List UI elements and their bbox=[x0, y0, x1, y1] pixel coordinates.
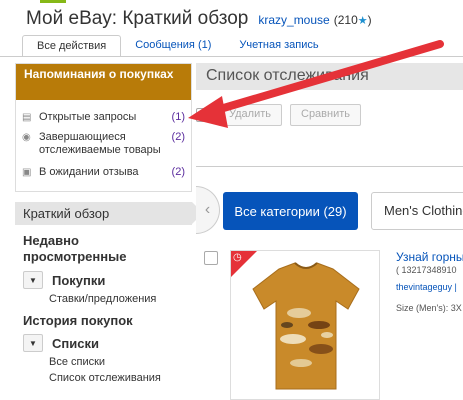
sidebar-item-lists[interactable]: Списки bbox=[52, 336, 99, 351]
category-filter-mens-clothing[interactable]: Men's Clothing bbox=[371, 192, 463, 230]
star-icon: ★ bbox=[357, 15, 368, 27]
sidebar-item-summary[interactable]: Краткий обзор bbox=[15, 202, 203, 225]
tabs-divider bbox=[0, 56, 463, 57]
scroll-left-button[interactable]: ‹ bbox=[196, 186, 220, 234]
item-title-link[interactable]: Узнай горны bbox=[396, 250, 463, 264]
sidebar-item-purchase-history[interactable]: История покупок bbox=[15, 305, 192, 328]
reminder-label: В ожидании отзыва bbox=[39, 166, 139, 178]
my-ebay-page: Мой eBay: Краткий обзор krazy_mouse (210… bbox=[0, 0, 463, 400]
select-all-checkbox[interactable] bbox=[196, 108, 210, 122]
document-icon: ▤ bbox=[22, 112, 32, 123]
package-icon: ▣ bbox=[22, 167, 32, 178]
collapse-toggle-icon[interactable]: ▼ bbox=[23, 334, 43, 352]
reminder-count: (2) bbox=[171, 131, 185, 143]
tab-account[interactable]: Учетная запись bbox=[225, 35, 332, 57]
delete-button[interactable]: Удалить bbox=[218, 104, 282, 126]
sidebar-item-recently-viewed[interactable]: Недавно просмотренные bbox=[15, 225, 192, 265]
reminder-label: Открытые запросы bbox=[39, 111, 137, 123]
reminder-label: Завершающиеся отслеживаемые товары bbox=[39, 131, 161, 156]
reminders-title: Напоминания о покупках bbox=[16, 64, 191, 100]
actions-divider bbox=[196, 166, 463, 167]
reminder-count: (2) bbox=[171, 166, 185, 178]
username-link[interactable]: krazy_mouse bbox=[258, 13, 329, 27]
purchase-reminders-panel: Напоминания о покупках ▤ Открытые запрос… bbox=[15, 63, 192, 192]
clock-icon: ◷ bbox=[233, 252, 242, 263]
title-row: Мой eBay: Краткий обзор krazy_mouse (210… bbox=[26, 8, 372, 30]
item-number: ( 13217348910 bbox=[396, 265, 457, 275]
seller-link[interactable]: thevintageguy | bbox=[396, 282, 457, 292]
sidebar-item-watchlist[interactable]: Список отслеживания bbox=[15, 368, 192, 384]
item-image[interactable]: ◷ bbox=[230, 250, 380, 400]
collapse-toggle-icon[interactable]: ▼ bbox=[23, 271, 43, 289]
chevron-left-icon: ‹ bbox=[204, 201, 211, 218]
page-title: Мой eBay: Краткий обзор bbox=[26, 8, 249, 29]
reminder-awaiting-feedback[interactable]: ▣ В ожидании отзыва (2) bbox=[16, 166, 191, 179]
sidebar-group-lists: ▼ Списки bbox=[15, 328, 192, 352]
sidebar-item-bids-offers[interactable]: Ставки/предложения bbox=[15, 289, 192, 305]
sidebar-item-all-lists[interactable]: Все списки bbox=[15, 352, 192, 368]
watchlist-title: Список отслеживания bbox=[196, 63, 463, 90]
reminder-ending-watched[interactable]: ◉ Завершающиеся отслеживаемые товары (2) bbox=[16, 131, 191, 157]
reminder-count: (1) bbox=[171, 111, 185, 123]
top-strip bbox=[0, 0, 463, 4]
tab-all-activity[interactable]: Все действия bbox=[22, 35, 122, 57]
tab-bar: Все действия Сообщения (1) Учетная запис… bbox=[22, 35, 333, 57]
compare-button[interactable]: Сравнить bbox=[290, 104, 362, 126]
sidebar-group-purchases: ▼ Покупки bbox=[15, 265, 192, 289]
sidebar-item-purchases[interactable]: Покупки bbox=[52, 273, 105, 288]
watchlist-actions: Удалить Сравнить bbox=[196, 104, 362, 126]
tab-messages[interactable]: Сообщения (1) bbox=[121, 35, 225, 57]
feedback-rating[interactable]: (210★) bbox=[334, 13, 372, 27]
rating-close: ) bbox=[367, 13, 372, 27]
eye-icon: ◉ bbox=[22, 132, 31, 143]
rating-value: (210 bbox=[333, 13, 358, 27]
sidebar-nav: Краткий обзор Недавно просмотренные ▼ По… bbox=[15, 202, 203, 384]
all-categories-button[interactable]: Все категории (29) bbox=[223, 192, 358, 230]
item-checkbox[interactable] bbox=[204, 251, 218, 265]
item-size: Size (Men's): 3X bbox=[396, 303, 462, 313]
reminder-open-requests[interactable]: ▤ Открытые запросы (1) bbox=[16, 111, 191, 124]
